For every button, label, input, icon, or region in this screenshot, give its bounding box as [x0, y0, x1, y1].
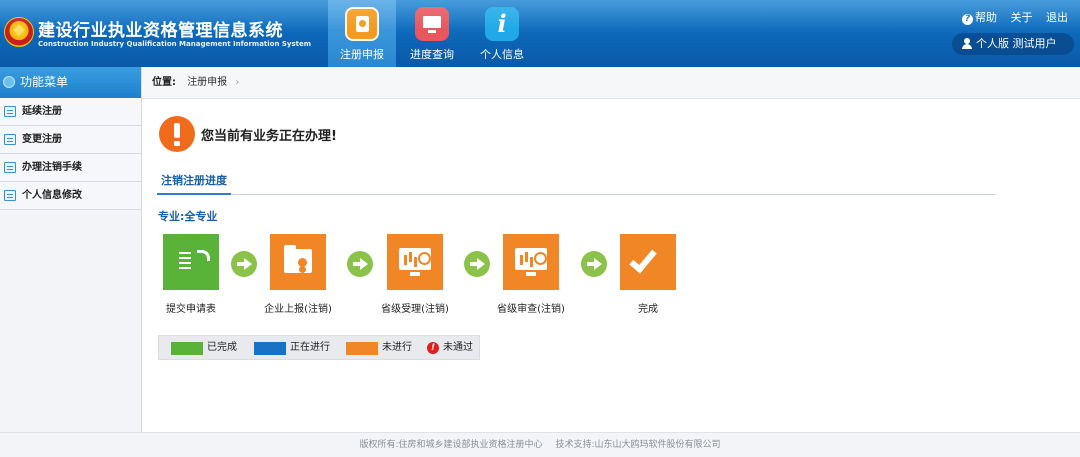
step-label: 完成: [638, 304, 658, 315]
sidebar-title: 功能菜单: [20, 75, 69, 89]
step-provincial-acceptance: [387, 234, 443, 290]
tab-cancellation-progress[interactable]: 注销注册进度: [157, 170, 231, 195]
menu-circle-icon: [3, 76, 15, 88]
sidebar-item-label: 个人信息修改: [22, 190, 82, 201]
error-icon: !: [427, 342, 439, 354]
sidebar-item-cancellation[interactable]: 办理注销手续: [0, 154, 141, 182]
arrow-right-icon: [347, 251, 373, 277]
specialty-label: 专业:全专业: [158, 210, 218, 223]
help-link[interactable]: ? 帮助: [962, 11, 997, 25]
legend-swatch-completed: [171, 342, 203, 355]
step-company-report: [270, 234, 326, 290]
app-header: 建设行业执业资格管理信息系统 Construction Industry Qua…: [0, 0, 1080, 67]
sidebar-item-edit-profile[interactable]: 个人信息修改: [0, 182, 141, 210]
about-link[interactable]: 关于: [1011, 11, 1033, 24]
national-emblem-logo: [4, 17, 34, 47]
sidebar: 功能菜单 延续注册 变更注册 办理注销手续 个人信息修改: [0, 67, 142, 432]
tab-bar: 注销注册进度: [157, 170, 996, 195]
monitor-chart-icon: [399, 248, 431, 270]
nav-label: 注册申报: [340, 48, 384, 61]
arrow-right-icon: [464, 251, 490, 277]
document-icon: [4, 162, 16, 173]
arrow-right-icon: [581, 251, 607, 277]
step-label: 企业上报(注销): [264, 304, 332, 315]
system-subtitle: Construction Industry Qualification Mana…: [38, 40, 312, 48]
logout-link[interactable]: 退出: [1046, 11, 1068, 24]
monitor-chart-icon: [515, 248, 547, 270]
step-submit-application: [163, 234, 219, 290]
footer-copyright: 版权所有:住房和城乡建设部执业资格注册中心: [359, 440, 543, 450]
checkmark-icon: [629, 244, 657, 274]
exclamation-icon: [159, 116, 195, 152]
legend-label-completed: 已完成: [207, 342, 237, 353]
document-icon: [4, 134, 16, 145]
sidebar-item-label: 办理注销手续: [22, 162, 82, 173]
info-icon: i: [485, 7, 519, 41]
step-label: 提交申请表: [166, 304, 216, 315]
breadcrumb-current-page[interactable]: 注册申报: [187, 77, 227, 88]
step-complete: [620, 234, 676, 290]
nav-label: 进度查询: [410, 48, 454, 61]
nav-register-declaration[interactable]: 注册申报: [328, 0, 396, 67]
user-icon: [962, 38, 972, 49]
step-provincial-review: [503, 234, 559, 290]
legend-swatch-in-progress: [254, 342, 286, 355]
breadcrumb: 位置: 注册申报 ›: [142, 67, 1080, 99]
help-icon: ?: [962, 14, 973, 25]
top-links: ? 帮助 关于 退出: [952, 9, 1068, 25]
monitor-stand: [526, 272, 536, 276]
help-link-label: 帮助: [975, 11, 997, 24]
legend-label-not-started: 未进行: [382, 342, 412, 353]
document-icon: [4, 190, 16, 201]
step-label: 省级受理(注销): [381, 304, 449, 315]
nav-personal-info[interactable]: i 个人信息: [468, 0, 536, 67]
sidebar-item-change-registration[interactable]: 变更注册: [0, 126, 141, 154]
legend-label-in-progress: 正在进行: [290, 342, 330, 353]
footer: 版权所有:住房和城乡建设部执业资格注册中心 技术支持:山东山大鸥玛软件股份有限公…: [0, 432, 1080, 457]
status-legend: 已完成 正在进行 未进行 ! 未通过: [158, 335, 480, 360]
sidebar-item-renewal-registration[interactable]: 延续注册: [0, 98, 141, 126]
monitor-icon: [415, 7, 449, 41]
legend-label-failed: 未通过: [443, 342, 473, 353]
breadcrumb-label: 位置:: [152, 77, 176, 88]
notice-text: 您当前有业务正在办理!: [201, 129, 337, 144]
arrow-right-icon: [231, 251, 257, 277]
chevron-right-icon: ›: [235, 77, 240, 88]
sidebar-item-label: 延续注册: [22, 106, 62, 117]
user-edition: 个人版: [976, 37, 1009, 50]
document-icon: [179, 250, 210, 272]
footer-support: 技术支持:山东山大鸥玛软件股份有限公司: [555, 440, 721, 450]
nav-progress-query[interactable]: 进度查询: [398, 0, 466, 67]
sidebar-header: 功能菜单: [0, 67, 141, 98]
nav-label: 个人信息: [480, 48, 524, 61]
system-title: 建设行业执业资格管理信息系统: [38, 21, 283, 41]
user-badge[interactable]: 个人版 测试用户: [952, 33, 1074, 55]
legend-swatch-not-started: [346, 342, 378, 355]
step-label: 省级审查(注销): [497, 304, 565, 315]
folder-user-icon: [284, 245, 312, 273]
register-icon: [345, 7, 379, 41]
document-icon: [4, 106, 16, 117]
sidebar-item-label: 变更注册: [22, 134, 62, 145]
monitor-stand: [410, 272, 420, 276]
user-name: 测试用户: [1012, 37, 1057, 50]
